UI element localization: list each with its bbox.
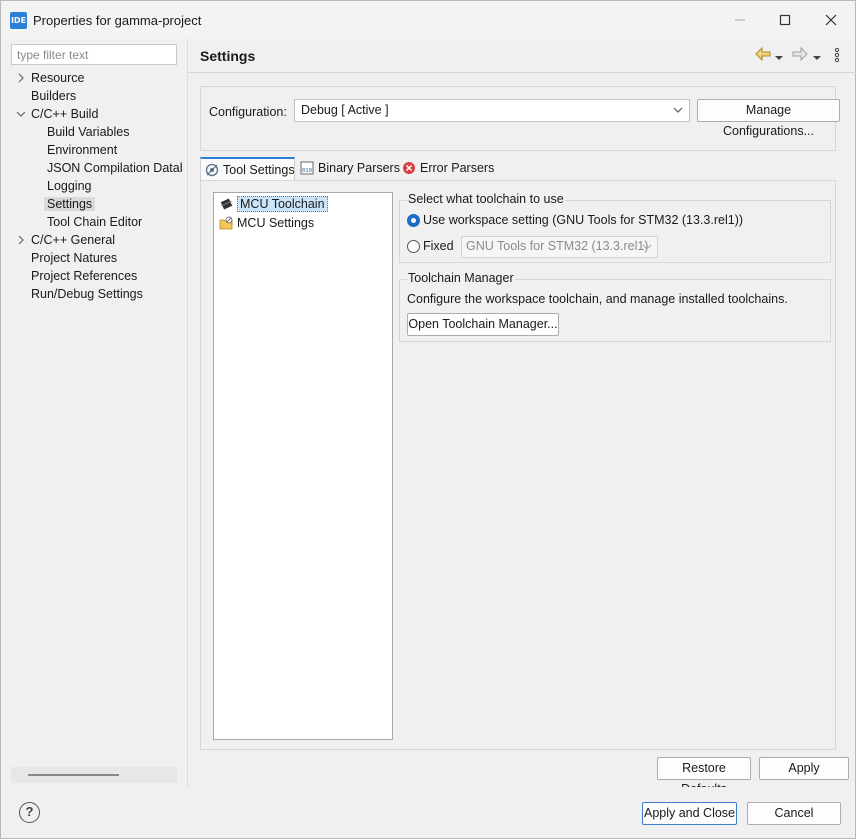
chevron-down-icon (642, 239, 652, 258)
radio-checked-icon (407, 214, 420, 227)
chevron-right-icon[interactable] (16, 69, 26, 90)
tree-item-logging[interactable]: Logging (47, 177, 92, 195)
close-button[interactable] (808, 1, 854, 39)
tree-item-project-references[interactable]: Project References (31, 267, 137, 285)
horizontal-scrollbar[interactable] (11, 767, 177, 783)
tree-item-cpp-general[interactable]: C/C++ General (31, 231, 115, 249)
help-icon[interactable]: ? (19, 802, 40, 823)
svg-text:010: 010 (302, 168, 312, 174)
tree-item-cpp-build[interactable]: C/C++ Build (31, 105, 98, 123)
tab-binary-parsers[interactable]: 010 Binary Parsers (296, 157, 400, 181)
left-nav-pane: Resource Builders C/C++ Build Build Vari… (2, 39, 186, 787)
chip-icon (220, 198, 233, 210)
fixed-toolchain-select[interactable]: GNU Tools for STM32 (13.3.rel1) (461, 236, 658, 258)
configuration-bar: Configuration: Debug [ Active ] Manage C… (200, 86, 840, 151)
minimize-button[interactable] (717, 1, 763, 39)
window-title: Properties for gamma-project (33, 13, 202, 28)
maximize-icon (779, 14, 791, 26)
tab-bar: Tool Settings 010 Binary Parsers Error P… (200, 157, 836, 181)
tool-tree: MCU Toolchain MCU Settings (213, 192, 393, 740)
toolchain-manager-legend: Toolchain Manager (407, 271, 515, 285)
tool-item-mcu-toolchain[interactable]: MCU Toolchain (218, 195, 328, 213)
chevron-down-icon[interactable] (16, 105, 26, 126)
tree-item-environment[interactable]: Environment (47, 141, 117, 159)
toolchain-select-legend: Select what toolchain to use (407, 192, 565, 206)
chevron-down-icon (673, 102, 683, 121)
tree-item-settings[interactable]: Settings (44, 195, 96, 213)
error-icon (403, 162, 415, 174)
restore-defaults-button[interactable]: Restore Defaults (657, 757, 751, 796)
close-icon (825, 14, 837, 26)
page-title: Settings (200, 48, 256, 64)
manage-configurations-button[interactable]: Manage Configurations... (697, 99, 840, 138)
apply-button[interactable]: Apply (759, 757, 849, 780)
apply-and-close-button[interactable]: Apply and Close (642, 802, 737, 825)
tree-item-tool-chain-editor[interactable]: Tool Chain Editor (47, 213, 142, 231)
view-menu-icon[interactable] (834, 47, 840, 67)
forward-dropdown-icon[interactable] (813, 49, 821, 66)
ide-app-icon: IDE (10, 12, 27, 29)
tree-item-build-variables[interactable]: Build Variables (47, 123, 129, 141)
configuration-value: Debug [ Active ] (301, 103, 389, 117)
tab-error-parsers[interactable]: Error Parsers (398, 157, 494, 181)
fixed-radio[interactable]: Fixed (407, 237, 454, 255)
configuration-label: Configuration: (209, 105, 287, 119)
configuration-select[interactable]: Debug [ Active ] (294, 99, 690, 122)
filter-input[interactable] (11, 44, 177, 65)
toolchain-select-group: Select what toolchain to use Use workspa… (399, 192, 831, 263)
radio-unchecked-icon (407, 240, 420, 253)
title-bar: IDE Properties for gamma-project (1, 1, 855, 39)
toolchain-manager-group: Toolchain Manager Configure the workspac… (399, 271, 831, 342)
properties-dialog: IDE Properties for gamma-project Resourc… (0, 0, 856, 839)
tool-item-mcu-settings[interactable]: MCU Settings (218, 214, 314, 232)
tree-item-project-natures[interactable]: Project Natures (31, 249, 117, 267)
forward-arrow-icon[interactable] (792, 46, 808, 65)
tree-item-run-debug-settings[interactable]: Run/Debug Settings (31, 285, 143, 303)
toolchain-manager-description: Configure the workspace toolchain, and m… (407, 292, 788, 306)
back-dropdown-icon[interactable] (775, 49, 783, 66)
tool-settings-panel: MCU Toolchain MCU Settings Select what t… (200, 180, 836, 750)
settings-page: Settings Configuration: Debug [ Active ] (187, 39, 856, 796)
open-toolchain-manager-button[interactable]: Open Toolchain Manager... (407, 313, 559, 336)
binary-parsers-icon: 010 (300, 161, 314, 175)
back-arrow-icon[interactable] (755, 46, 771, 65)
cancel-button[interactable]: Cancel (747, 802, 841, 825)
tool-settings-icon (205, 163, 219, 177)
workspace-setting-radio[interactable]: Use workspace setting (GNU Tools for STM… (407, 211, 743, 229)
scrollbar-thumb[interactable] (28, 774, 119, 776)
page-header: Settings (188, 39, 856, 73)
tree-item-resource[interactable]: Resource (31, 69, 85, 87)
tab-tool-settings[interactable]: Tool Settings (200, 157, 295, 181)
minimize-icon (735, 19, 745, 21)
chevron-right-icon[interactable] (16, 231, 26, 252)
folder-settings-icon (219, 216, 233, 230)
tree-item-json-compilation-database[interactable]: JSON Compilation Datab (47, 159, 182, 177)
dialog-button-bar: ? Apply and Close Cancel (1, 787, 855, 838)
tree-item-builders[interactable]: Builders (31, 87, 76, 105)
maximize-button[interactable] (762, 1, 808, 39)
